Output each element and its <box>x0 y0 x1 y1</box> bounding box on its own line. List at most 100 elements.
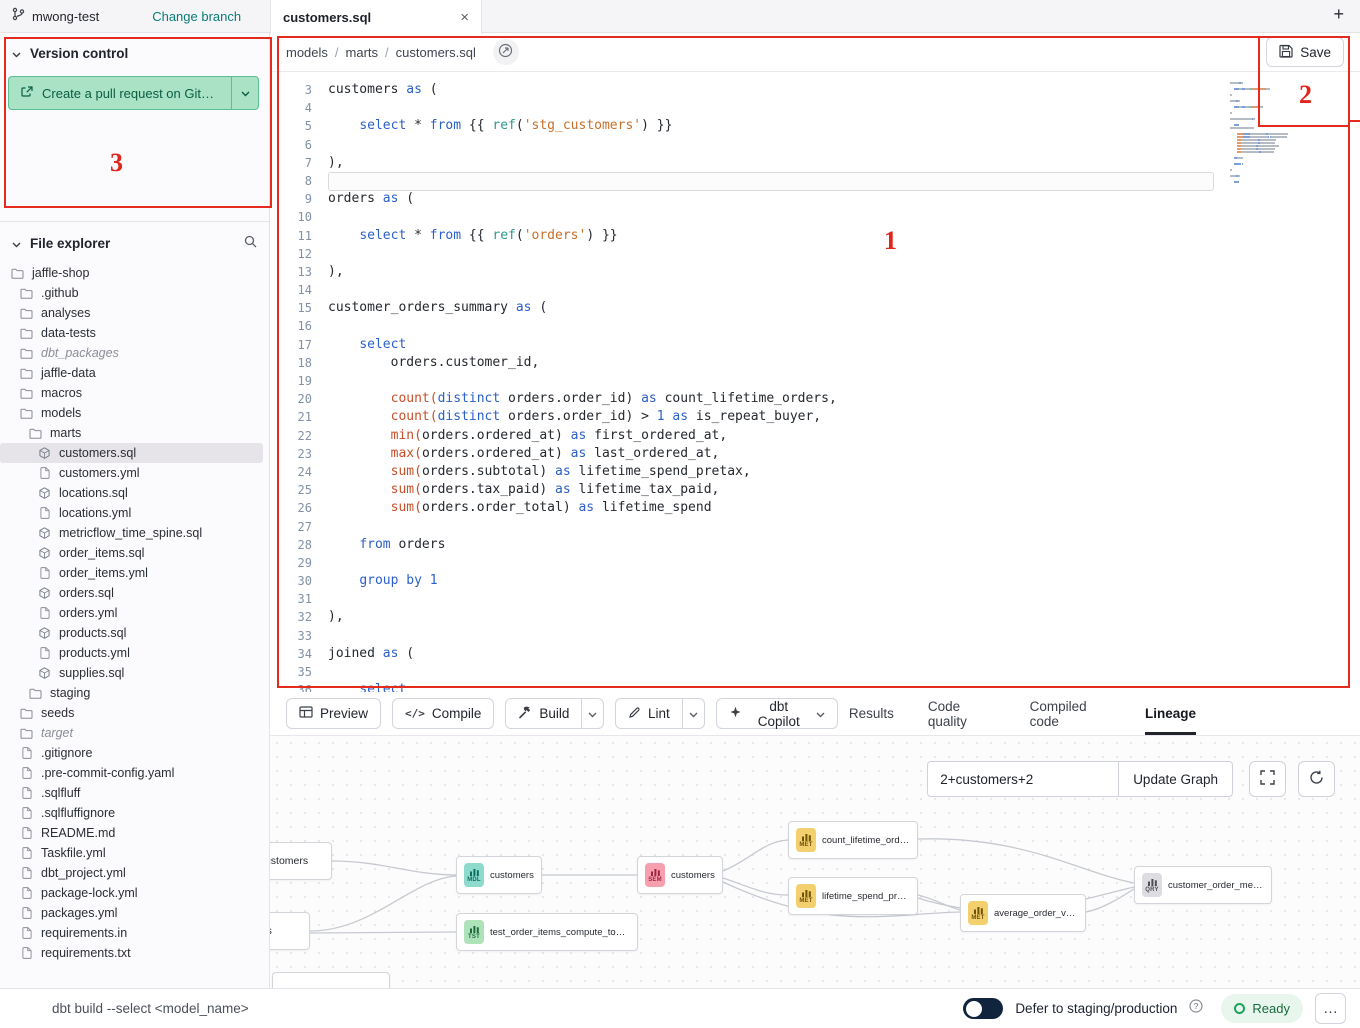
overflow-menu-button[interactable]: … <box>1315 993 1346 1024</box>
code-line-29[interactable]: 29 <box>270 554 1360 572</box>
tree-item-requirements.in[interactable]: requirements.in <box>0 923 263 943</box>
code-line-7[interactable]: 7), <box>270 154 1360 172</box>
code-line-5[interactable]: 5 select * from {{ ref('stg_customers') … <box>270 117 1360 135</box>
lineage-node-count_lifetime_orders[interactable]: METcount_lifetime_orders <box>788 821 918 859</box>
code-line-16[interactable]: 16 <box>270 317 1360 335</box>
code-line-23[interactable]: 23 max(orders.ordered_at) as last_ordere… <box>270 445 1360 463</box>
view-changes-button[interactable] <box>493 39 519 65</box>
code-line-22[interactable]: 22 min(orders.ordered_at) as first_order… <box>270 427 1360 445</box>
tree-item-dbt_project.yml[interactable]: dbt_project.yml <box>0 863 263 883</box>
editor-tab-customers-sql[interactable]: customers.sql × <box>270 0 482 34</box>
tree-item-locations.sql[interactable]: locations.sql <box>0 483 263 503</box>
code-line-19[interactable]: 19 <box>270 372 1360 390</box>
code-line-32[interactable]: 32), <box>270 608 1360 626</box>
project-branch[interactable]: mwong-test Change branch <box>12 0 241 33</box>
tree-item-.sqlfluffignore[interactable]: .sqlfluffignore <box>0 803 263 823</box>
minimap[interactable] <box>1230 82 1316 184</box>
code-line-13[interactable]: 13), <box>270 263 1360 281</box>
tree-item-products.yml[interactable]: products.yml <box>0 643 263 663</box>
tree-item-.pre-commit-config.yaml[interactable]: .pre-commit-config.yaml <box>0 763 263 783</box>
code-line-6[interactable]: 6 <box>270 136 1360 154</box>
lineage-node-lifetime_spend_pretax[interactable]: METlifetime_spend_pretax <box>788 877 918 915</box>
lineage-node-partial[interactable] <box>272 972 390 988</box>
lineage-node-average_order_value[interactable]: METaverage_order_value <box>960 894 1086 932</box>
tab-results[interactable]: Results <box>849 692 894 735</box>
dbt-copilot-button[interactable]: dbt Copilot <box>716 698 838 729</box>
tree-item-products.sql[interactable]: products.sql <box>0 623 263 643</box>
tree-item-dbt_packages[interactable]: dbt_packages <box>0 343 263 363</box>
lineage-node-stg_customers[interactable]: stg_customers <box>270 842 332 880</box>
code-line-11[interactable]: 11 select * from {{ ref('orders') }} <box>270 227 1360 245</box>
tree-item-packages.yml[interactable]: packages.yml <box>0 903 263 923</box>
refresh-button[interactable] <box>1298 761 1335 797</box>
tree-item-data-tests[interactable]: data-tests <box>0 323 263 343</box>
code-line-35[interactable]: 35 <box>270 663 1360 681</box>
tree-item-.gitignore[interactable]: .gitignore <box>0 743 263 763</box>
version-control-header[interactable]: Version control <box>0 33 269 70</box>
tree-item-package-lock.yml[interactable]: package-lock.yml <box>0 883 263 903</box>
code-line-14[interactable]: 14 <box>270 281 1360 299</box>
code-line-27[interactable]: 27 <box>270 518 1360 536</box>
code-line-24[interactable]: 24 sum(orders.subtotal) as lifetime_spen… <box>270 463 1360 481</box>
tree-item-metricflow_time_spine.sql[interactable]: metricflow_time_spine.sql <box>0 523 263 543</box>
tree-item-order_items.yml[interactable]: order_items.yml <box>0 563 263 583</box>
code-line-12[interactable]: 12 <box>270 245 1360 263</box>
code-line-36[interactable]: 36 select <box>270 681 1360 692</box>
tree-item-staging[interactable]: staging <box>0 683 263 703</box>
tree-item-Taskfile.yml[interactable]: Taskfile.yml <box>0 843 263 863</box>
tree-item-.github[interactable]: .github <box>0 283 263 303</box>
tree-item-supplies.sql[interactable]: supplies.sql <box>0 663 263 683</box>
code-line-30[interactable]: 30 group by 1 <box>270 572 1360 590</box>
tree-item-customers.yml[interactable]: customers.yml <box>0 463 263 483</box>
tab-lineage[interactable]: Lineage <box>1145 692 1196 735</box>
help-icon[interactable]: ? <box>1189 999 1203 1018</box>
code-line-8[interactable]: 8 <box>270 172 1360 190</box>
code-line-17[interactable]: 17 select <box>270 336 1360 354</box>
tree-item-analyses[interactable]: analyses <box>0 303 263 323</box>
tree-item-.sqlfluff[interactable]: .sqlfluff <box>0 783 263 803</box>
breadcrumb-models[interactable]: models <box>286 45 328 60</box>
build-options-button[interactable] <box>581 699 603 728</box>
code-line-26[interactable]: 26 sum(orders.order_total) as lifetime_s… <box>270 499 1360 517</box>
tree-item-requirements.txt[interactable]: requirements.txt <box>0 943 263 963</box>
tree-item-order_items.sql[interactable]: order_items.sql <box>0 543 263 563</box>
tree-item-customers.sql[interactable]: customers.sql <box>0 443 263 463</box>
code-line-3[interactable]: 3customers as ( <box>270 81 1360 99</box>
preview-button[interactable]: Preview <box>286 698 381 729</box>
tree-item-models[interactable]: models <box>0 403 263 423</box>
lineage-node-customer_order_metrics[interactable]: QRYcustomer_order_metrics <box>1134 866 1272 904</box>
tab-code-quality[interactable]: Code quality <box>928 692 996 735</box>
lint-options-button[interactable] <box>682 699 704 728</box>
save-button[interactable]: Save <box>1266 37 1344 67</box>
fullscreen-button[interactable] <box>1249 761 1286 797</box>
lineage-node-orders[interactable]: orders <box>270 912 310 950</box>
code-line-31[interactable]: 31 <box>270 590 1360 608</box>
code-line-28[interactable]: 28 from orders <box>270 536 1360 554</box>
search-icon[interactable] <box>244 235 257 251</box>
defer-toggle[interactable] <box>963 998 1003 1019</box>
tree-item-macros[interactable]: macros <box>0 383 263 403</box>
breadcrumb-marts[interactable]: marts <box>346 45 379 60</box>
code-line-9[interactable]: 9orders as ( <box>270 190 1360 208</box>
tree-item-locations.yml[interactable]: locations.yml <box>0 503 263 523</box>
lineage-node-customers[interactable]: SEMcustomers <box>637 856 723 894</box>
close-tab-icon[interactable]: × <box>460 10 469 25</box>
build-button[interactable]: Build <box>506 699 581 728</box>
code-line-4[interactable]: 4 <box>270 99 1360 117</box>
code-editor[interactable]: 3customers as (45 select * from {{ ref('… <box>270 72 1360 692</box>
pull-request-options-button[interactable] <box>231 76 259 110</box>
tree-item-seeds[interactable]: seeds <box>0 703 263 723</box>
tree-item-marts[interactable]: marts <box>0 423 263 443</box>
new-tab-button[interactable]: + <box>1333 4 1344 25</box>
lineage-node-customers[interactable]: MDLcustomers <box>456 856 542 894</box>
code-line-21[interactable]: 21 count(distinct orders.order_id) > 1 a… <box>270 408 1360 426</box>
tree-item-jaffle-data[interactable]: jaffle-data <box>0 363 263 383</box>
update-graph-button[interactable]: Update Graph <box>1119 761 1233 797</box>
lineage-selector-input[interactable] <box>927 761 1119 797</box>
tree-item-target[interactable]: target <box>0 723 263 743</box>
code-line-15[interactable]: 15customer_orders_summary as ( <box>270 299 1360 317</box>
compile-button[interactable]: </> Compile <box>392 698 494 729</box>
lineage-node-test_order_items_compute_to_bools[interactable]: TSTtest_order_items_compute_to_bools… <box>456 913 638 951</box>
code-line-18[interactable]: 18 orders.customer_id, <box>270 354 1360 372</box>
tree-item-README.md[interactable]: README.md <box>0 823 263 843</box>
